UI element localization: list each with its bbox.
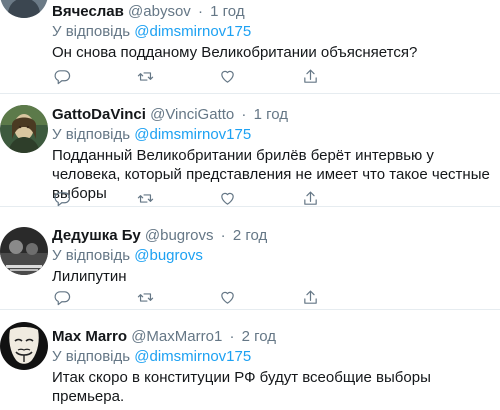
tweet: Дедушка Бу @bugrovs · 2 год У відповідь …	[0, 207, 500, 310]
reply-prefix: У відповідь	[52, 126, 131, 143]
display-name[interactable]: Дедушка Бу	[52, 227, 141, 244]
like-icon	[220, 70, 234, 83]
like-button[interactable]	[217, 287, 237, 307]
reply-to-link[interactable]: @dimsmirnov175	[134, 126, 251, 143]
user-handle[interactable]: @VinciGatto	[150, 106, 234, 123]
avatar[interactable]	[0, 322, 48, 370]
display-name[interactable]: Вячеслав	[52, 3, 124, 20]
share-icon	[303, 290, 317, 304]
like-icon	[220, 192, 234, 205]
reply-to-link[interactable]: @dimsmirnov175	[134, 348, 251, 365]
separator: ·	[229, 328, 235, 345]
share-icon	[303, 191, 317, 205]
reply-to-link[interactable]: @bugrovs	[134, 247, 203, 264]
timestamp[interactable]: 2 год	[242, 328, 276, 345]
tweet-header: GattoDaVinci @VinciGatto · 1 год	[52, 106, 288, 124]
display-name[interactable]: GattoDaVinci	[52, 106, 146, 123]
tweet: Max Marro @MaxMarro1 · 2 год У відповідь…	[0, 310, 500, 410]
separator: ·	[197, 3, 203, 20]
timestamp[interactable]: 1 год	[254, 106, 288, 123]
tweet-header: Вячеслав @abysov · 1 год	[52, 3, 245, 21]
user-handle[interactable]: @abysov	[128, 3, 191, 20]
tweet-header: Дедушка Бу @bugrovs · 2 год	[52, 227, 267, 245]
reply-prefix: У відповідь	[52, 23, 131, 40]
reply-context: У відповідь @bugrovs	[52, 247, 203, 265]
reply-icon	[54, 191, 70, 206]
display-name[interactable]: Max Marro	[52, 328, 127, 345]
reply-button[interactable]	[52, 188, 72, 208]
separator: ·	[241, 106, 247, 123]
reply-context: У відповідь @dimsmirnov175	[52, 23, 251, 41]
user-handle[interactable]: @bugrovs	[145, 227, 214, 244]
tweet-header: Max Marro @MaxMarro1 · 2 год	[52, 328, 276, 346]
retweet-icon	[137, 71, 153, 81]
reply-context: У відповідь @dimsmirnov175	[52, 126, 251, 144]
avatar[interactable]	[0, 227, 48, 275]
retweet-button[interactable]	[135, 66, 155, 86]
reply-context: У відповідь @dimsmirnov175	[52, 348, 251, 366]
reply-icon	[54, 290, 70, 305]
timestamp[interactable]: 2 год	[233, 227, 267, 244]
tweet-actions	[52, 287, 342, 307]
reply-button[interactable]	[52, 66, 72, 86]
reply-prefix: У відповідь	[52, 348, 131, 365]
painted-woman-avatar-icon	[0, 105, 48, 153]
retweet-icon	[137, 193, 153, 203]
share-button[interactable]	[300, 66, 320, 86]
partial-avatar-icon	[0, 0, 48, 18]
tweet-text: Итак скоро в конституции РФ будут всеобщ…	[52, 369, 431, 405]
retweet-button[interactable]	[135, 287, 155, 307]
reply-prefix: У відповідь	[52, 247, 131, 264]
tweet-actions	[52, 188, 342, 208]
like-icon	[220, 291, 234, 304]
photo-avatar-icon	[0, 227, 48, 275]
share-button[interactable]	[300, 287, 320, 307]
tweet-actions	[52, 66, 342, 86]
tweet: GattoDaVinci @VinciGatto · 1 год У відпо…	[0, 94, 500, 207]
tweet-text: Лилипутин	[52, 268, 127, 285]
timestamp[interactable]: 1 год	[210, 3, 244, 20]
guy-fawkes-mask-avatar-icon	[0, 322, 48, 370]
tweet-text: Он снова подданому Великобритании объясн…	[52, 44, 418, 61]
reply-icon	[54, 69, 70, 84]
reply-button[interactable]	[52, 287, 72, 307]
avatar[interactable]	[0, 0, 48, 18]
separator: ·	[220, 227, 226, 244]
avatar[interactable]	[0, 105, 48, 153]
tweet: Вячеслав @abysov · 1 год У відповідь @di…	[0, 0, 500, 94]
retweet-icon	[137, 292, 153, 302]
user-handle[interactable]: @MaxMarro1	[131, 328, 222, 345]
like-button[interactable]	[217, 188, 237, 208]
share-icon	[303, 69, 317, 83]
share-button[interactable]	[300, 188, 320, 208]
like-button[interactable]	[217, 66, 237, 86]
reply-to-link[interactable]: @dimsmirnov175	[134, 23, 251, 40]
retweet-button[interactable]	[135, 188, 155, 208]
